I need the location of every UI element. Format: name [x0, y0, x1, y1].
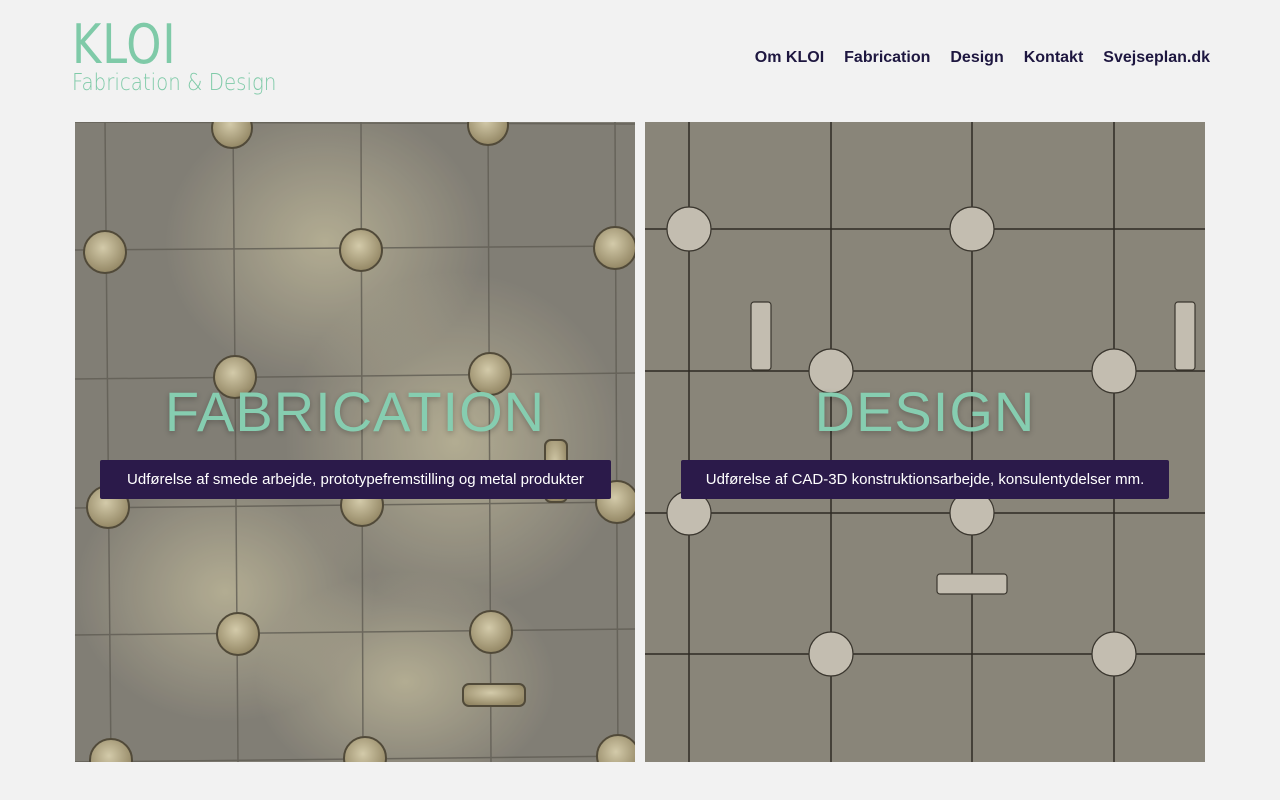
- design-caption: Udførelse af CAD-3D konstruktionsarbejde…: [681, 460, 1169, 499]
- nav-item-kontakt[interactable]: Kontakt: [1024, 48, 1084, 68]
- fabrication-title: FABRICATION: [164, 380, 546, 443]
- design-title: DESIGN: [814, 380, 1036, 443]
- nav-item-om-kloi[interactable]: Om KLOI: [755, 48, 824, 68]
- logo-wordmark: KLOI: [72, 13, 177, 76]
- nav-item-fabrication[interactable]: Fabrication: [844, 48, 930, 68]
- fabrication-caption: Udførelse af smede arbejde, prototypefre…: [100, 460, 611, 499]
- nav-item-design[interactable]: Design: [950, 48, 1003, 68]
- logo-tagline: Fabrication & Design: [72, 70, 277, 96]
- kloi-logo[interactable]: KLOI Fabrication & Design: [72, 13, 276, 100]
- nav-item-svejseplan[interactable]: Svejseplan.dk: [1103, 48, 1210, 68]
- main-navigation: Om KLOI Fabrication Design Kontakt Svejs…: [755, 48, 1210, 68]
- design-panel[interactable]: DESIGN Udførelse af CAD-3D konstruktions…: [645, 122, 1205, 762]
- fabrication-panel[interactable]: FABRICATION Udførelse af smede arbejde, …: [75, 122, 635, 762]
